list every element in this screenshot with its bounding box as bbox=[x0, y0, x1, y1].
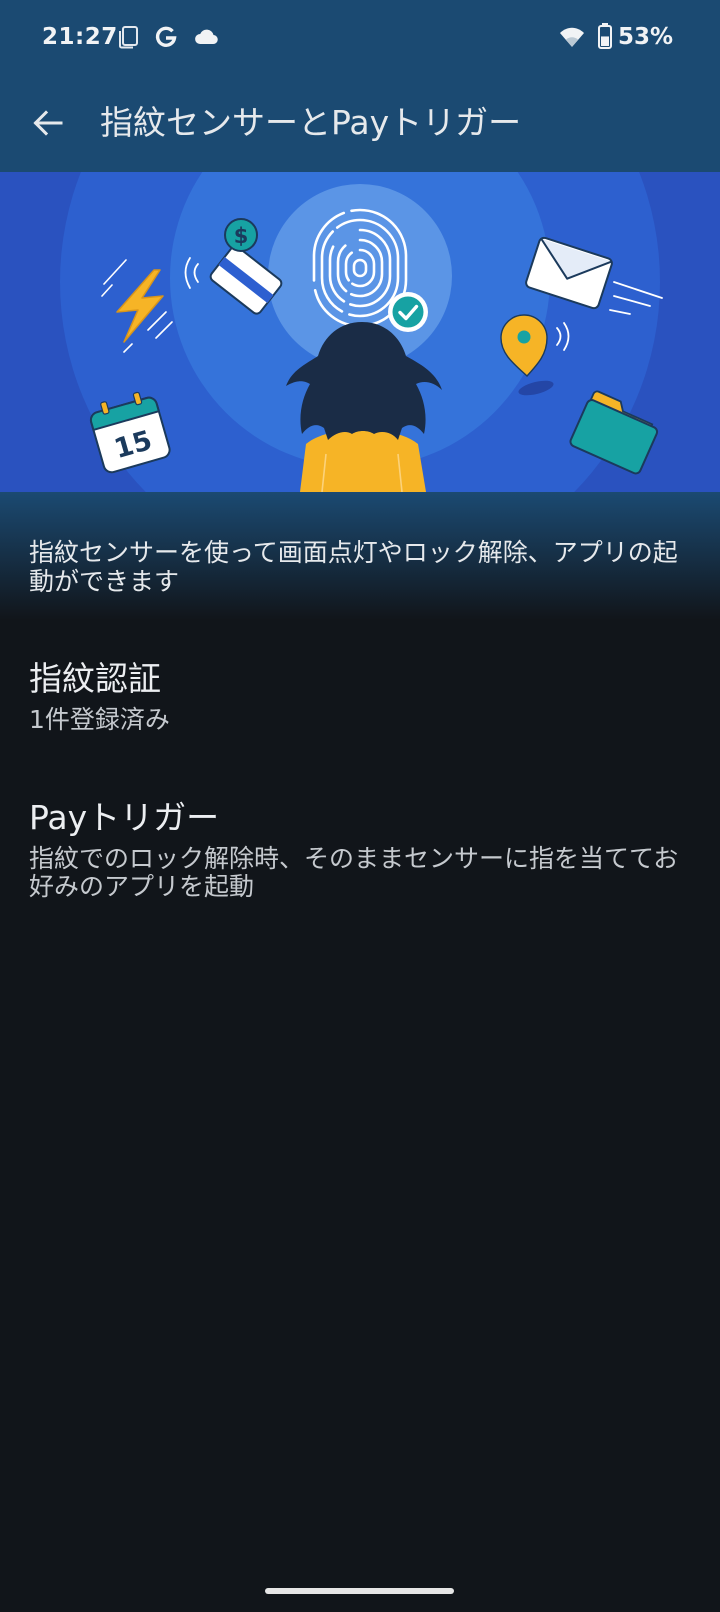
pay-trigger-setting[interactable]: Payトリガー 指紋でのロック解除時、そのままセンサーに指を当ててお好みのアプリ… bbox=[0, 758, 720, 918]
screenshot-icon bbox=[117, 25, 139, 49]
back-button[interactable] bbox=[28, 103, 68, 143]
app-bar: 指紋センサーとPayトリガー bbox=[0, 74, 720, 172]
hero-illustration: 15 $ bbox=[0, 172, 720, 492]
status-bar: 21:27 53% bbox=[0, 0, 720, 74]
page-description: 指紋センサーを使って画面点灯やロック解除、アプリの起動ができます bbox=[29, 538, 678, 596]
status-time: 21:27 bbox=[42, 24, 118, 50]
battery-icon bbox=[597, 22, 613, 50]
coin-icon: $ bbox=[224, 218, 258, 252]
cloud-icon bbox=[193, 27, 219, 47]
coin-symbol: $ bbox=[234, 224, 249, 248]
check-badge-icon bbox=[388, 292, 428, 332]
setting-summary: 指紋でのロック解除時、そのままセンサーに指を当ててお好みのアプリを起動 bbox=[29, 844, 679, 901]
hero-banner: 15 $ bbox=[0, 172, 720, 492]
settings-screen: 21:27 53% 指紋センサーとPayトリガー 15 $ 指紋センサーを使って… bbox=[0, 0, 720, 1612]
google-icon bbox=[154, 25, 178, 49]
home-indicator[interactable] bbox=[265, 1588, 454, 1594]
arrow-left-icon bbox=[33, 110, 63, 136]
battery-level-fill bbox=[601, 36, 609, 46]
fingerprint-auth-setting[interactable]: 指紋認証 1件登録済み bbox=[0, 640, 720, 758]
battery-percent: 53% bbox=[618, 24, 674, 50]
setting-title: Payトリガー bbox=[29, 798, 220, 837]
wifi-icon bbox=[559, 25, 585, 49]
setting-summary: 1件登録済み bbox=[29, 705, 170, 734]
page-title: 指紋センサーとPayトリガー bbox=[100, 103, 522, 142]
setting-title: 指紋認証 bbox=[29, 659, 161, 698]
